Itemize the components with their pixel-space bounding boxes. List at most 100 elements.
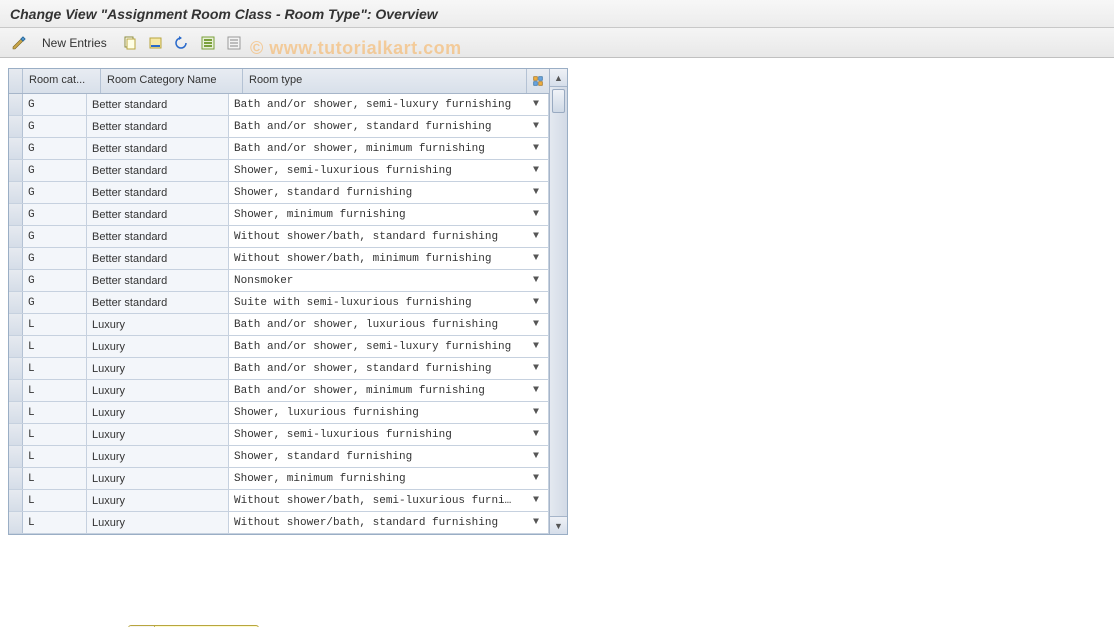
scroll-down-button[interactable]: ▼ [550,516,567,534]
cell-room-category[interactable]: G [23,270,87,291]
row-selector[interactable] [9,380,23,401]
row-selector[interactable] [9,468,23,489]
row-selector[interactable] [9,94,23,115]
cell-room-category[interactable]: L [23,512,87,533]
cell-room-category[interactable]: L [23,358,87,379]
cell-room-category[interactable]: L [23,468,87,489]
cell-room-category[interactable]: G [23,94,87,115]
table-row: GBetter standardWithout shower/bath, sta… [9,226,549,248]
select-all-button[interactable] [197,32,219,54]
row-selector[interactable] [9,292,23,313]
cell-room-category[interactable]: G [23,204,87,225]
row-selector[interactable] [9,314,23,335]
cell-room-type-dropdown[interactable]: Bath and/or shower, minimum furnishing▼ [229,138,549,159]
row-selector[interactable] [9,512,23,533]
new-entries-button[interactable]: New Entries [34,32,115,54]
cell-room-category[interactable]: L [23,446,87,467]
cell-room-type-dropdown[interactable]: Bath and/or shower, minimum furnishing▼ [229,380,549,401]
table-row: GBetter standardSuite with semi-luxuriou… [9,292,549,314]
vertical-scrollbar[interactable]: ▲ ▼ [549,69,567,534]
cell-room-category-name: Luxury [87,512,229,533]
row-selector[interactable] [9,226,23,247]
cell-room-type-dropdown[interactable]: Bath and/or shower, luxurious furnishing… [229,314,549,335]
cell-room-category[interactable]: L [23,490,87,511]
cell-room-category[interactable]: G [23,116,87,137]
table-row: GBetter standardBath and/or shower, semi… [9,94,549,116]
cell-room-type-dropdown[interactable]: Bath and/or shower, semi-luxury furnishi… [229,336,549,357]
cell-room-type-dropdown[interactable]: Shower, standard furnishing▼ [229,446,549,467]
data-table: Room cat... Room Category Name Room type… [8,68,568,535]
row-selector[interactable] [9,424,23,445]
copy-as-button[interactable] [119,32,141,54]
cell-room-type-dropdown[interactable]: Without shower/bath, minimum furnishing▼ [229,248,549,269]
cell-room-category-name: Better standard [87,138,229,159]
chevron-down-icon: ▼ [529,495,543,506]
corner-cell [9,69,23,93]
cell-room-category[interactable]: G [23,182,87,203]
cell-room-category[interactable]: G [23,138,87,159]
scroll-up-button[interactable]: ▲ [550,69,567,87]
table-row: GBetter standardBath and/or shower, stan… [9,116,549,138]
cell-room-type-dropdown[interactable]: Shower, semi-luxurious furnishing▼ [229,160,549,181]
chevron-down-icon: ▼ [529,231,543,242]
cell-room-type-dropdown[interactable]: Bath and/or shower, standard furnishing▼ [229,358,549,379]
cell-room-category[interactable]: L [23,314,87,335]
cell-room-type-dropdown[interactable]: Without shower/bath, standard furnishing… [229,512,549,533]
chevron-down-icon: ▼ [529,209,543,220]
cell-room-type-dropdown[interactable]: Without shower/bath, standard furnishing… [229,226,549,247]
cell-room-type-dropdown[interactable]: Shower, standard furnishing▼ [229,182,549,203]
cell-room-category[interactable]: G [23,248,87,269]
table-body: GBetter standardBath and/or shower, semi… [9,94,549,534]
table-row: LLuxuryWithout shower/bath, standard fur… [9,512,549,534]
row-selector[interactable] [9,116,23,137]
cell-room-category[interactable]: L [23,380,87,401]
table-row: GBetter standardShower, standard furnish… [9,182,549,204]
table-row: LLuxuryWithout shower/bath, semi-luxurio… [9,490,549,512]
row-selector[interactable] [9,270,23,291]
chevron-down-icon: ▼ [529,451,543,462]
row-selector[interactable] [9,138,23,159]
cell-room-category[interactable]: L [23,336,87,357]
row-selector[interactable] [9,204,23,225]
cell-room-type-dropdown[interactable]: Shower, minimum furnishing▼ [229,468,549,489]
row-selector[interactable] [9,446,23,467]
row-selector[interactable] [9,182,23,203]
row-selector[interactable] [9,358,23,379]
cell-room-category[interactable]: G [23,160,87,181]
cell-room-type-dropdown[interactable]: Shower, luxurious furnishing▼ [229,402,549,423]
cell-room-category[interactable]: L [23,424,87,445]
cell-room-category-name: Luxury [87,468,229,489]
table-config-button[interactable] [527,69,549,93]
chevron-down-icon: ▼ [529,297,543,308]
cell-room-type-dropdown[interactable]: Suite with semi-luxurious furnishing▼ [229,292,549,313]
col-header-room-category[interactable]: Room cat... [23,69,101,93]
table-row: LLuxuryBath and/or shower, luxurious fur… [9,314,549,336]
col-header-room-type[interactable]: Room type [243,69,527,93]
chevron-down-icon: ▼ [529,165,543,176]
cell-room-type-dropdown[interactable]: Without shower/bath, semi-luxurious furn… [229,490,549,511]
chevron-down-icon: ▼ [529,121,543,132]
delete-button[interactable] [145,32,167,54]
toggle-display-change-button[interactable] [8,32,30,54]
cell-room-category-name: Better standard [87,226,229,247]
scroll-track[interactable] [550,87,567,516]
col-header-room-category-name[interactable]: Room Category Name [101,69,243,93]
row-selector[interactable] [9,402,23,423]
cell-room-category[interactable]: G [23,226,87,247]
cell-room-category[interactable]: L [23,402,87,423]
undo-change-button[interactable] [171,32,193,54]
row-selector[interactable] [9,336,23,357]
cell-room-type-dropdown[interactable]: Bath and/or shower, standard furnishing▼ [229,116,549,137]
row-selector[interactable] [9,490,23,511]
cell-room-type-dropdown[interactable]: Nonsmoker▼ [229,270,549,291]
row-selector[interactable] [9,248,23,269]
deselect-all-button[interactable] [223,32,245,54]
cell-room-type-dropdown[interactable]: Shower, minimum furnishing▼ [229,204,549,225]
cell-room-category[interactable]: G [23,292,87,313]
cell-room-type-dropdown[interactable]: Bath and/or shower, semi-luxury furnishi… [229,94,549,115]
table-row: LLuxuryShower, semi-luxurious furnishing… [9,424,549,446]
cell-room-category-name: Luxury [87,402,229,423]
row-selector[interactable] [9,160,23,181]
cell-room-type-dropdown[interactable]: Shower, semi-luxurious furnishing▼ [229,424,549,445]
scroll-thumb[interactable] [552,89,565,113]
